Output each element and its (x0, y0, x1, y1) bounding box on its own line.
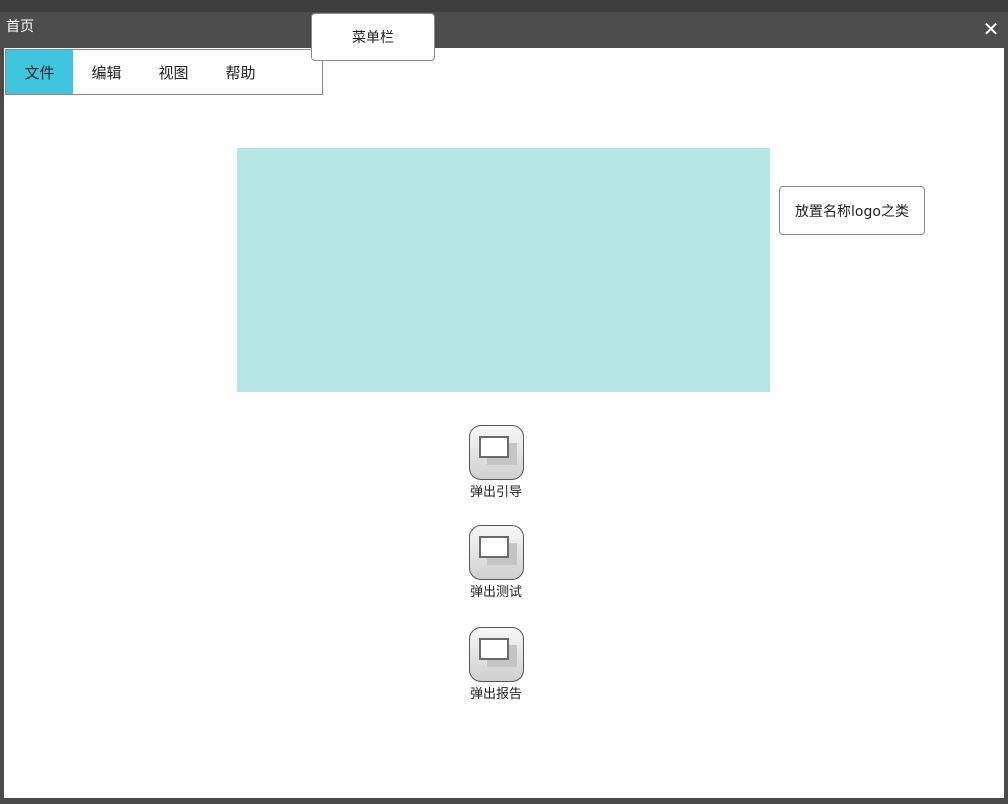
popup-test-button[interactable] (468, 525, 524, 580)
popup-guide-button[interactable] (468, 425, 524, 480)
menu-bar: 文件 编辑 视图 帮助 (5, 49, 323, 95)
popup-report-label: 弹出报告 (469, 687, 522, 702)
window-icon (478, 638, 509, 660)
banner-callout: 放置名称logo之类 (779, 186, 925, 235)
logo-banner-placeholder (237, 148, 770, 392)
menu-item-help[interactable]: 帮助 (207, 50, 274, 94)
launch-item-guide: 弹出引导 (444, 425, 548, 501)
menubar-callout: 菜单栏 (311, 13, 435, 61)
banner-callout-text: 放置名称logo之类 (795, 203, 909, 220)
window-title: 首页 (6, 19, 34, 35)
popup-report-button[interactable] (468, 627, 524, 682)
main-content: 文件 编辑 视图 帮助 弹出引导 弹出测试 弹出报告 (4, 48, 1004, 798)
menu-item-view[interactable]: 视图 (140, 50, 207, 94)
close-icon[interactable]: ✕ (980, 18, 1002, 40)
launch-item-report: 弹出报告 (444, 627, 548, 703)
window-icon (478, 536, 509, 558)
popup-guide-label: 弹出引导 (469, 485, 522, 500)
menubar-callout-text: 菜单栏 (352, 30, 394, 46)
window-top-strip (0, 0, 1008, 12)
popup-test-label: 弹出测试 (469, 585, 522, 600)
menu-item-edit[interactable]: 编辑 (73, 50, 140, 94)
launch-item-test: 弹出测试 (444, 525, 548, 601)
window-icon (478, 436, 509, 458)
app-window: 首页 ✕ 文件 编辑 视图 帮助 弹出引导 弹出测试 弹出报告 菜单栏 放置名称… (0, 0, 1008, 804)
title-bar: 首页 ✕ (0, 12, 1008, 48)
menu-item-file[interactable]: 文件 (6, 50, 73, 94)
